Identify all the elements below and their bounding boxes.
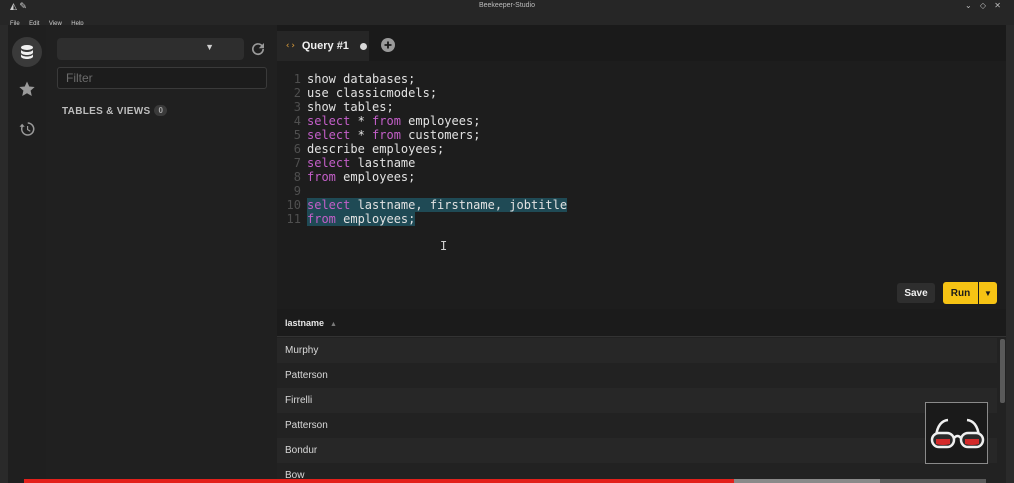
sql-keyword: select <box>307 114 351 128</box>
code-text: show databases; <box>307 72 415 86</box>
line-number: 8 <box>293 170 301 184</box>
sql-keyword: from <box>307 212 336 226</box>
results-header: lastname ▲ <box>277 309 1006 337</box>
code-token: customers; <box>400 128 481 142</box>
tables-views-label: TABLES & VIEWS <box>62 106 151 117</box>
results-grid: lastname ▲ Murphy Patterson Firrelli Patters… <box>277 309 1006 483</box>
code-text: from employees; <box>307 170 415 184</box>
column-header-label: lastname <box>285 318 325 328</box>
code-token: show tables; <box>307 100 394 114</box>
sql-keyword: from <box>307 170 336 184</box>
refresh-icon[interactable] <box>249 40 267 58</box>
title-bar: ◭ ✎ Beekeeper-Studio ⌄ ◇ ✕ <box>0 0 1014 12</box>
code-text: use classicmodels; <box>307 86 437 100</box>
line-number: 11 <box>286 212 301 226</box>
tables-views-header[interactable]: TABLES & VIEWS 0 <box>62 105 168 117</box>
code-line[interactable]: 8 from employees; <box>277 170 416 184</box>
code-line[interactable]: 9 <box>277 184 307 198</box>
sql-keyword: select <box>307 198 351 212</box>
window-frame-right <box>1006 25 1014 483</box>
table-row[interactable]: Firrelli <box>277 388 997 413</box>
sql-keyword: select <box>307 128 351 142</box>
code-line[interactable]: 1 show databases; <box>277 72 416 86</box>
glasses-logo <box>925 402 988 464</box>
window-title: Beekeeper-Studio <box>478 2 536 9</box>
run-button[interactable]: Run <box>943 282 978 304</box>
code-text: describe employees; <box>307 142 444 156</box>
line-number: 9 <box>293 184 301 198</box>
code-line[interactable]: 3 show tables; <box>277 100 394 114</box>
code-token: employees; <box>400 114 481 128</box>
line-number: 6 <box>293 142 301 156</box>
code-line[interactable]: 7 select lastname <box>277 156 416 170</box>
line-number: 5 <box>293 128 301 142</box>
unsaved-dot-icon[interactable] <box>359 42 367 50</box>
code-line[interactable]: 6 describe employees; <box>277 142 445 156</box>
line-number: 1 <box>293 72 301 86</box>
menu-bar: File Edit View Help <box>0 12 1014 27</box>
code-text: show tables; <box>307 100 394 114</box>
code-token: * <box>350 114 373 128</box>
query-editor[interactable]: I 1 show databases; 2 use classicmodels; 3 sh… <box>277 61 1006 273</box>
code-text: from employees; <box>307 212 416 226</box>
table-row[interactable]: Bondur <box>277 438 997 463</box>
code-token: employees; <box>335 170 416 184</box>
window-controls[interactable]: ⌄ ◇ ✕ <box>965 0 1004 11</box>
save-button[interactable]: Save <box>897 283 935 303</box>
main-panel: ‹› Query #1 I 1 show databases; 2 use class… <box>277 25 1006 483</box>
code-token: employees; <box>335 212 416 226</box>
table-row[interactable]: Patterson <box>277 363 997 388</box>
sql-keyword: from <box>372 128 401 142</box>
history-icon[interactable] <box>12 114 42 144</box>
sort-icon[interactable]: ▲ <box>330 321 337 328</box>
code-line[interactable]: 10 select lastname, firstname, jobtitle <box>277 198 568 212</box>
code-token: describe employees; <box>307 142 445 156</box>
column-header-lastname[interactable]: lastname ▲ <box>285 318 337 328</box>
line-number: 7 <box>293 156 301 170</box>
video-buffer-bar <box>733 479 881 483</box>
code-token: lastname, firstname, jobtitle <box>350 198 568 212</box>
add-tab-icon[interactable] <box>380 37 396 53</box>
code-token: * <box>350 128 373 142</box>
line-number: 10 <box>286 198 301 212</box>
run-options-chevron-icon[interactable]: ▼ <box>979 282 997 304</box>
code-line[interactable]: 4 select * from employees; <box>277 114 481 128</box>
code-token: use classicmodels; <box>307 86 438 100</box>
video-progress-fill <box>24 479 734 483</box>
connection-select[interactable]: ▼ <box>57 38 244 60</box>
star-icon[interactable] <box>12 74 42 104</box>
tab-strip: ‹› Query #1 <box>277 25 1006 61</box>
sidebar: ▼ TABLES & VIEWS0 <box>46 25 277 483</box>
code-text: select lastname, firstname, jobtitle <box>307 198 568 212</box>
code-line[interactable]: 5 select * from customers; <box>277 128 481 142</box>
code-text: select lastname <box>307 156 415 170</box>
video-progress-bar[interactable] <box>24 479 986 483</box>
sql-keyword: select <box>307 156 351 170</box>
tables-count-badge: 0 <box>154 105 168 116</box>
code-line[interactable]: 2 use classicmodels; <box>277 86 437 100</box>
text-cursor-icon: I <box>440 239 448 253</box>
results-scrollbar[interactable] <box>1000 339 1005 403</box>
table-row[interactable]: Patterson <box>277 413 997 438</box>
line-number: 2 <box>293 86 301 100</box>
filter-input[interactable] <box>57 67 267 89</box>
code-token: show databases; <box>307 72 416 86</box>
code-icon: ‹› <box>285 41 296 51</box>
tab-query-1[interactable]: ‹› Query #1 <box>277 31 369 61</box>
code-line[interactable]: 11 from employees; <box>277 212 416 226</box>
icon-rail <box>8 25 46 483</box>
database-icon[interactable] <box>12 37 42 67</box>
caret-down-icon: ▼ <box>205 42 214 52</box>
code-token: lastname <box>350 156 416 170</box>
window-frame-left <box>0 25 8 483</box>
line-number: 3 <box>293 100 301 114</box>
sql-keyword: from <box>372 114 401 128</box>
code-text: select * from customers; <box>307 128 480 142</box>
line-number: 4 <box>293 114 301 128</box>
table-row[interactable]: Murphy <box>277 338 997 363</box>
tab-label: Query #1 <box>301 40 349 52</box>
action-bar: Save Run ▼ <box>277 273 1006 309</box>
code-text: select * from employees; <box>307 114 480 128</box>
